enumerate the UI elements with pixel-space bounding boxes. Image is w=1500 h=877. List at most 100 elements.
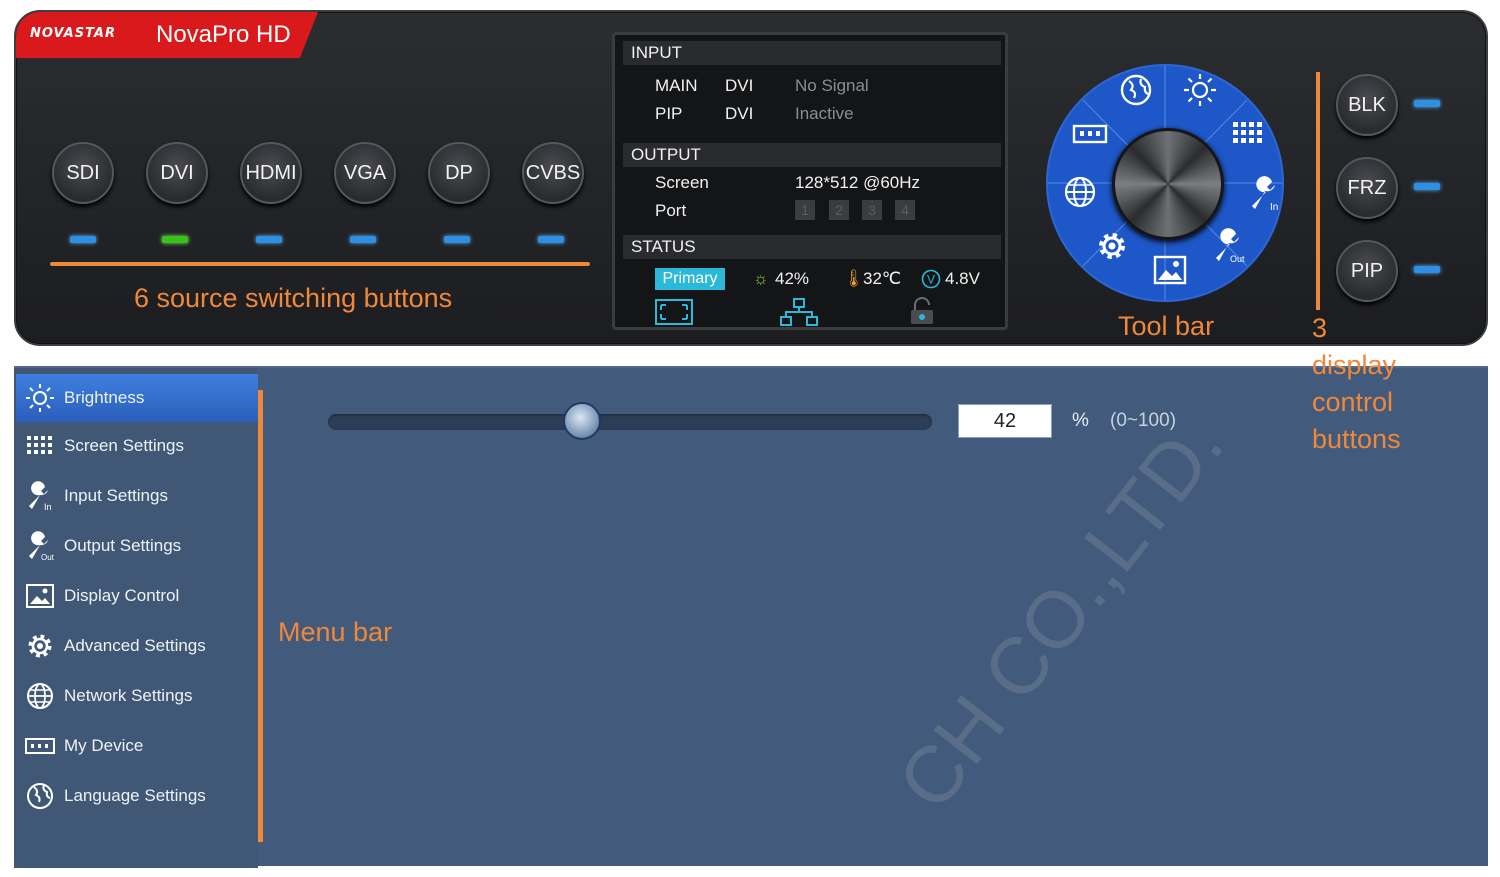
novapro-screen: NOVASTAR NovaPro HD SDI DVI HDMI VGA DP … (0, 0, 1500, 877)
svg-text:In: In (44, 502, 52, 511)
lcd-pip-source: DVI (725, 104, 754, 123)
source-led-hdmi (256, 236, 282, 243)
menu-label-screen-settings: Screen Settings (64, 436, 185, 455)
menu-application: Brightness Screen Settings In Input Sett… (14, 366, 1488, 868)
sun-icon (16, 383, 64, 413)
brightness-slider-track[interactable] (328, 414, 932, 430)
display-buttons-annotation-1: 3 (1312, 313, 1328, 343)
menu-item-input-settings[interactable]: In Input Settings (16, 472, 258, 520)
menu-label-my-device: My Device (64, 736, 144, 755)
voltage-icon: V (921, 269, 941, 289)
lcd-pip-status: Inactive (795, 104, 854, 123)
wheel-display-icon[interactable] (1150, 250, 1190, 290)
globe-icon (16, 681, 64, 711)
lcd-main-source: DVI (725, 76, 754, 95)
source-button-sdi[interactable]: SDI (52, 142, 114, 204)
source-annotation-line (50, 262, 590, 266)
thermometer-icon: 🌡 (843, 269, 865, 288)
menu-item-language-settings[interactable]: Language Settings (16, 772, 258, 820)
source-button-dp[interactable]: DP (428, 142, 490, 204)
menu-bar-annotation: Menu bar (278, 617, 393, 647)
menu-label-input-settings: Input Settings (64, 486, 168, 505)
model-name: NovaPro HD (156, 21, 291, 48)
lcd-port-2: 2 (829, 200, 849, 220)
menu-label-output-settings: Output Settings (64, 536, 182, 555)
source-button-dvi[interactable]: DVI (146, 142, 208, 204)
wrench-out-icon: Out (16, 531, 64, 561)
lcd-brightness: 42% (775, 269, 810, 288)
svg-text:Out: Out (1230, 254, 1245, 264)
menu-item-my-device[interactable]: My Device (16, 722, 258, 770)
lcd-brightness-icon: ☼ (753, 269, 769, 288)
menu-item-output-settings[interactable]: Out Output Settings (16, 522, 258, 570)
picture-icon (16, 584, 64, 608)
menu-bar: Brightness Screen Settings In Input Sett… (14, 368, 258, 868)
menu-item-brightness[interactable]: Brightness (16, 374, 258, 422)
primary-badge: Primary (655, 268, 725, 290)
display-buttons-annotation-line (1316, 72, 1320, 310)
svg-text:In: In (1270, 202, 1278, 212)
brightness-unit: % (1072, 410, 1089, 431)
source-led-dp (444, 236, 470, 243)
lcd-pip-label: PIP (655, 104, 683, 123)
lcd-status-header: STATUS (623, 235, 1001, 259)
wheel-advanced-icon[interactable] (1092, 226, 1132, 266)
source-button-cvbs[interactable]: CVBS (522, 142, 584, 204)
wheel-screen-icon[interactable] (1228, 114, 1268, 154)
lcd-screen-value: 128*512 @60Hz (795, 173, 921, 192)
lcd-port-label: Port (655, 201, 687, 220)
source-button-hdmi[interactable]: HDMI (240, 142, 302, 204)
lock-icon (911, 297, 933, 324)
source-led-dvi (162, 236, 188, 243)
menu-bar-annotation-line (258, 390, 263, 842)
wheel-input-icon[interactable]: In (1244, 174, 1284, 214)
lcd-main-label: MAIN (655, 76, 698, 95)
wrench-in-icon: In (16, 481, 64, 511)
rotary-knob[interactable] (1112, 128, 1224, 240)
wheel-brightness-icon[interactable] (1180, 70, 1220, 110)
brightness-slider-thumb[interactable] (562, 402, 601, 440)
network-topology-icon (780, 298, 818, 326)
brightness-value-input[interactable]: 42 (958, 404, 1052, 438)
menu-label-display-control: Display Control (64, 586, 180, 605)
earth-icon (16, 781, 64, 811)
menu-label-language-settings: Language Settings (64, 786, 206, 805)
brand-banner: NOVASTAR NovaPro HD (16, 12, 318, 58)
svg-text:Out: Out (41, 553, 55, 561)
svg-text:V: V (927, 273, 935, 287)
display-buttons-annotation-4: buttons (1312, 424, 1401, 454)
source-button-vga[interactable]: VGA (334, 142, 396, 204)
gear-icon (16, 631, 64, 661)
blk-button[interactable]: BLK (1336, 74, 1398, 136)
grid-icon (16, 435, 64, 457)
device-icon (16, 737, 64, 755)
lcd-port-1: 1 (795, 200, 815, 220)
lcd-temperature: 32℃ (863, 269, 902, 288)
novastar-logo: NOVASTAR (30, 26, 116, 41)
menu-item-display-control[interactable]: Display Control (16, 572, 258, 620)
source-led-cvbs (538, 236, 564, 243)
source-led-vga (350, 236, 376, 243)
wheel-output-icon[interactable]: Out (1208, 226, 1248, 266)
display-buttons-annotation-3: control (1312, 387, 1394, 417)
menu-item-screen-settings[interactable]: Screen Settings (16, 422, 258, 470)
menu-item-network-settings[interactable]: Network Settings (16, 672, 258, 720)
wheel-device-icon[interactable] (1070, 114, 1110, 154)
source-buttons-annotation: 6 source switching buttons (134, 283, 453, 313)
wheel-language-icon[interactable] (1116, 70, 1156, 110)
lcd-main-status: No Signal (795, 76, 869, 95)
lcd-voltage: 4.8V (945, 269, 980, 288)
frz-led (1414, 183, 1440, 190)
pip-button[interactable]: PIP (1336, 240, 1398, 302)
source-led-sdi (70, 236, 96, 243)
front-panel: NOVASTAR NovaPro HD SDI DVI HDMI VGA DP … (14, 10, 1488, 346)
lcd-port-4: 4 (895, 200, 915, 220)
lcd-port-3: 3 (862, 200, 882, 220)
toolbar-annotation: Tool bar (1118, 311, 1215, 341)
wheel-network-icon[interactable] (1060, 172, 1100, 212)
blk-led (1414, 100, 1440, 107)
frz-button[interactable]: FRZ (1336, 157, 1398, 219)
menu-item-advanced-settings[interactable]: Advanced Settings (16, 622, 258, 670)
lcd-status-screen: INPUT MAIN DVI No Signal PIP DVI Inactiv… (612, 32, 1008, 330)
lcd-screen-label: Screen (655, 173, 709, 192)
